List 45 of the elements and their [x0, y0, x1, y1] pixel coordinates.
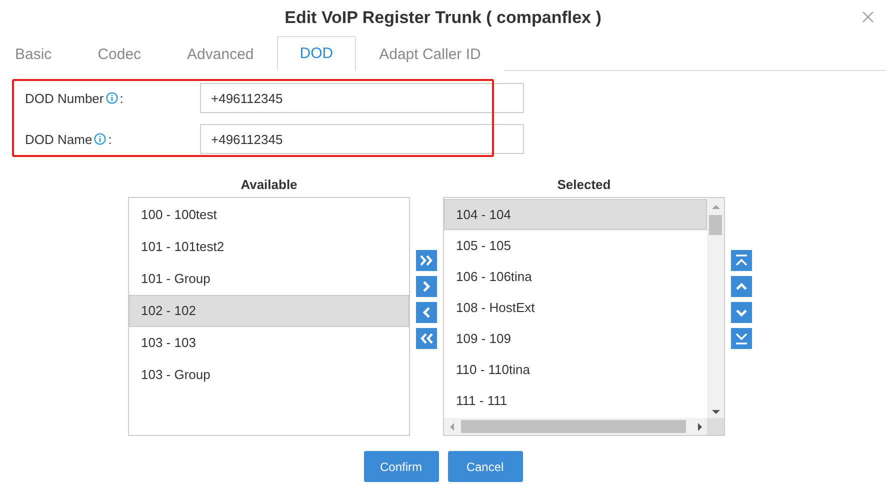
info-icon[interactable] — [94, 133, 106, 145]
chevron-right-icon[interactable] — [416, 276, 437, 297]
vertical-scrollbar[interactable] — [707, 198, 724, 419]
list-item[interactable]: 109 - 109 — [444, 323, 707, 354]
close-icon[interactable] — [862, 11, 874, 23]
info-icon[interactable] — [106, 92, 118, 104]
scroll-thumb[interactable] — [709, 215, 722, 235]
list-item[interactable]: 106 - 106tina — [444, 261, 707, 292]
colon: : — [108, 132, 112, 146]
dialog-button[interactable]: Cancel — [448, 451, 522, 482]
colon: : — [120, 90, 124, 106]
scroll-up-icon[interactable] — [712, 203, 720, 211]
text-field[interactable]: +496112345 — [200, 83, 524, 113]
scroll-right-icon[interactable] — [696, 423, 704, 431]
list-item[interactable]: 103 - Group — [129, 359, 409, 391]
list-heading: Selected — [557, 177, 611, 194]
list-item[interactable]: 101 - Group — [129, 263, 409, 295]
list-item[interactable]: 111 - 111 — [444, 385, 707, 416]
chevron-left-icon[interactable] — [416, 302, 437, 323]
list-item[interactable]: 101 - 101test2 — [129, 231, 409, 263]
move-bottom-icon[interactable] — [731, 328, 752, 349]
double-chevron-right-icon[interactable] — [416, 250, 437, 271]
scroll-left-icon[interactable] — [448, 423, 456, 431]
list-item[interactable]: 100 - 100test — [129, 199, 409, 231]
list-item[interactable]: 108 - HostExt — [444, 292, 707, 323]
text-field[interactable]: +496112345 — [200, 124, 524, 154]
double-chevron-left-icon[interactable] — [416, 328, 437, 349]
chevron-down-icon[interactable] — [731, 302, 752, 323]
scrollbar-corner — [707, 418, 724, 435]
scroll-thumb[interactable] — [461, 420, 686, 433]
list-item[interactable]: 102 - 102 — [129, 295, 409, 327]
field-label: DOD Number — [25, 90, 104, 106]
dialog-title: Edit VoIP Register Trunk ( companflex ) — [284, 8, 602, 28]
list-item[interactable]: 103 - 103 — [129, 327, 409, 359]
chevron-up-icon[interactable] — [731, 276, 752, 297]
list-item[interactable]: 104 - 104 — [444, 199, 707, 230]
horizontal-scrollbar[interactable] — [444, 418, 707, 435]
field-label: DOD Name — [25, 132, 92, 146]
dialog-button[interactable]: Confirm — [364, 451, 438, 482]
list-item[interactable]: 105 - 105 — [444, 230, 707, 261]
list-item[interactable]: 110 - 110tina — [444, 354, 707, 385]
list-heading: Available — [240, 177, 298, 194]
move-top-icon[interactable] — [731, 250, 752, 271]
tab[interactable]: DOD — [276, 36, 356, 71]
scroll-down-icon[interactable] — [712, 408, 720, 416]
